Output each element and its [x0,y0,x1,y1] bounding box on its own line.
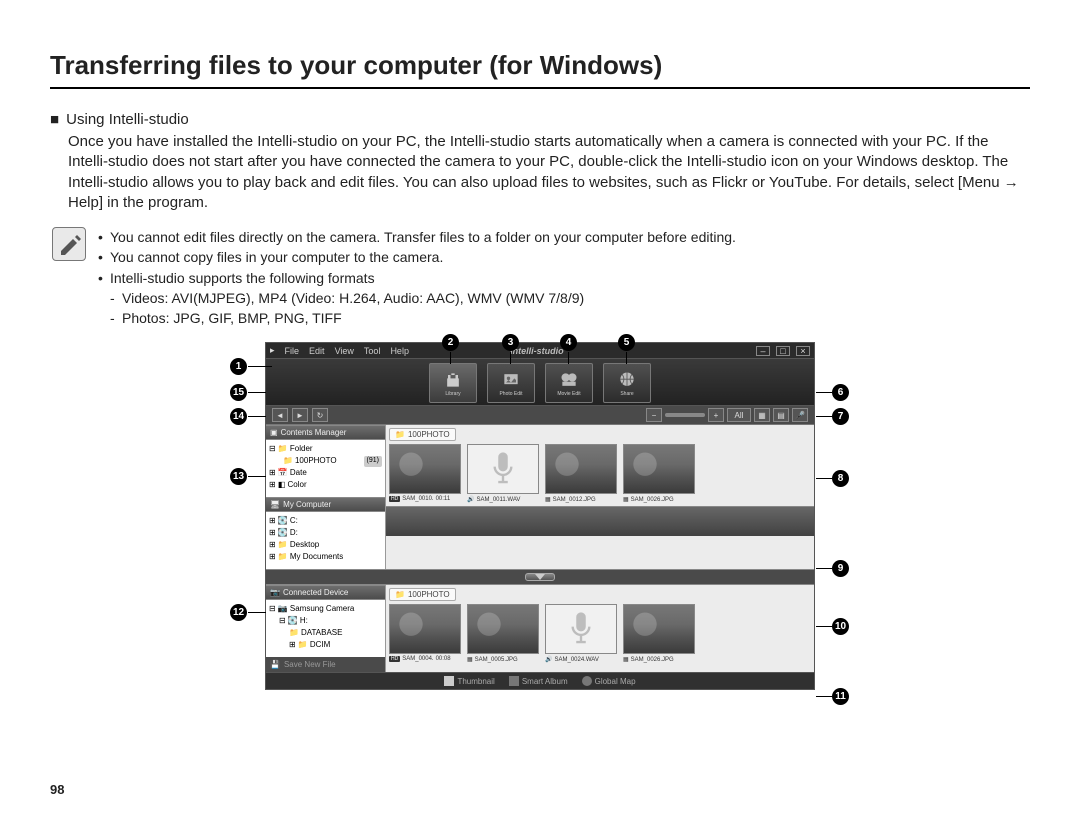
thumb-item[interactable]: 🔊SAM_0011.WAV [467,444,539,503]
thumbnail-image [545,444,617,494]
panel-connected-device[interactable]: 📷Connected Device [266,585,385,600]
minimize-button[interactable]: – [756,346,770,356]
thumb-item[interactable]: ▦SAM_0005.JPG [467,604,539,663]
nav-up-icon[interactable]: ↻ [312,408,328,422]
note-item: You cannot edit files directly on the ca… [98,227,736,247]
filter-all[interactable]: All [727,408,751,422]
tab-share[interactable]: Share [603,363,651,403]
view-global-map[interactable]: Global Map [582,676,636,686]
splitter[interactable] [266,569,814,585]
save-new-file[interactable]: 💾Save New File [266,657,385,672]
save-icon: 💾 [270,660,280,669]
tree-database[interactable]: 📁 DATABASE [269,627,382,639]
section-subhead: ■ Using Intelli-studio [50,111,1030,128]
note-item: You cannot copy files in your computer t… [98,247,736,267]
tree-color[interactable]: ⊞ ◧ Color [269,479,382,491]
thumbnail-image [623,604,695,654]
app-figure: 1 2 3 4 5 6 7 8 9 10 11 15 14 13 12 ▸ Fi… [240,342,840,690]
thumbnail-image [623,444,695,494]
zoom-in-icon[interactable]: + [708,408,724,422]
tree-drive-d[interactable]: ⊞ 💽 D: [269,527,382,539]
callout-10: 10 [832,618,849,635]
thumb-item[interactable]: ▦SAM_0026.JPG [623,444,695,503]
menubar: ▸ File Edit View Tool Help Intelli-studi… [266,343,814,358]
menu-tool[interactable]: Tool [364,346,381,356]
callout-1: 1 [230,358,247,375]
view-thumbnail[interactable]: Thumbnail [444,676,494,686]
callout-6: 6 [832,384,849,401]
callout-7: 7 [832,408,849,425]
thumbnail-overflow[interactable] [386,506,814,536]
tree-drive-c[interactable]: ⊞ 💽 C: [269,515,382,527]
tree-dcim[interactable]: ⊞ 📁 DCIM [269,639,382,651]
tree-100photo[interactable]: 📁 100PHOTO(91) [269,455,382,467]
filter-audio-icon[interactable]: 🎤 [792,408,808,422]
thumbnail-image [467,604,539,654]
page-title: Transferring files to your computer (for… [50,50,1030,89]
callout-13: 13 [230,468,247,485]
thumbnail-image [467,444,539,494]
panel-contents-manager[interactable]: ▣Contents Manager [266,425,385,440]
tab-movie-edit[interactable]: Movie Edit [545,363,593,403]
callout-8: 8 [832,470,849,487]
nav-forward-icon[interactable]: ► [292,408,308,422]
callout-11: 11 [832,688,849,705]
filter-photo-icon[interactable]: ▦ [754,408,770,422]
tree-folder[interactable]: ⊟ 📁 Folder [269,443,382,455]
note-block: You cannot edit files directly on the ca… [52,227,1030,328]
tree-camera[interactable]: ⊟ 📷 Samsung Camera [269,603,382,615]
thumb-item[interactable]: HDSAM_0004.00:08 [389,604,461,663]
app-window: ▸ File Edit View Tool Help Intelli-studi… [265,342,815,690]
thumbnail-area-bottom: 📁 100PHOTO HDSAM_0004.00:08 ▦SAM_0005.JP… [386,585,814,666]
filter-video-icon[interactable]: ▤ [773,408,789,422]
menu-help[interactable]: Help [390,346,409,356]
callout-9: 9 [832,560,849,577]
thumb-item[interactable]: HDSAM_0010.00:11 [389,444,461,503]
maximize-button[interactable]: □ [776,346,790,356]
thumb-item[interactable]: ▦SAM_0012.JPG [545,444,617,503]
menu-view[interactable]: View [335,346,354,356]
thumb-item[interactable]: ▦SAM_0026.JPG [623,604,695,663]
nav-back-icon[interactable]: ◄ [272,408,288,422]
note-icon [52,227,86,261]
square-bullet-icon: ■ [50,111,62,128]
sidebar: ▣Contents Manager ⊟ 📁 Folder 📁 100PHOTO(… [266,425,386,569]
callout-15: 15 [230,384,247,401]
thumbnail-image [389,444,461,494]
note-item: Intelli-studio supports the following fo… [98,268,736,288]
tree-desktop[interactable]: ⊞ 📁 Desktop [269,539,382,551]
menu-file[interactable]: File [285,346,300,356]
main-tabs: Library Photo Edit Movie Edit Share [266,358,814,406]
menu-edit[interactable]: Edit [309,346,325,356]
splitter-grip-icon [525,573,555,581]
tree-drive-h[interactable]: ⊟ 💽 H: [269,615,382,627]
thumbnail-image [545,604,617,654]
close-button[interactable]: × [796,346,810,356]
panel-my-computer[interactable]: 🖥My Computer [266,497,385,512]
tree-my-documents[interactable]: ⊞ 📁 My Documents [269,551,382,563]
section-paragraph: Once you have installed the Intelli-stud… [68,132,1030,213]
view-smart-album[interactable]: Smart Album [509,676,568,686]
callout-12: 12 [230,604,247,621]
toolbar: ◄ ► ↻ − + All ▦ ▤ 🎤 [266,406,814,425]
tree-date[interactable]: ⊞ 📅 Date [269,467,382,479]
view-switcher: Thumbnail Smart Album Global Map [266,672,814,689]
note-subitem: Photos: JPG, GIF, BMP, PNG, TIFF [98,308,736,328]
app-menu-icon[interactable]: ▸ [270,345,275,356]
tab-library[interactable]: Library [429,363,477,403]
thumbnail-image [389,604,461,654]
thumbnail-area-top: 📁 100PHOTO HDSAM_0010.00:11 🔊SAM_0011.WA… [386,425,814,506]
tab-photo-edit[interactable]: Photo Edit [487,363,535,403]
breadcrumb[interactable]: 📁 100PHOTO [389,588,456,601]
page-number: 98 [50,782,64,797]
callout-14: 14 [230,408,247,425]
thumb-item[interactable]: 🔊SAM_0024.WAV [545,604,617,663]
zoom-out-icon[interactable]: − [646,408,662,422]
breadcrumb[interactable]: 📁 100PHOTO [389,428,456,441]
app-brand: Intelli-studio [510,346,564,356]
note-subitem: Videos: AVI(MJPEG), MP4 (Video: H.264, A… [98,288,736,308]
zoom-slider[interactable] [665,413,705,417]
